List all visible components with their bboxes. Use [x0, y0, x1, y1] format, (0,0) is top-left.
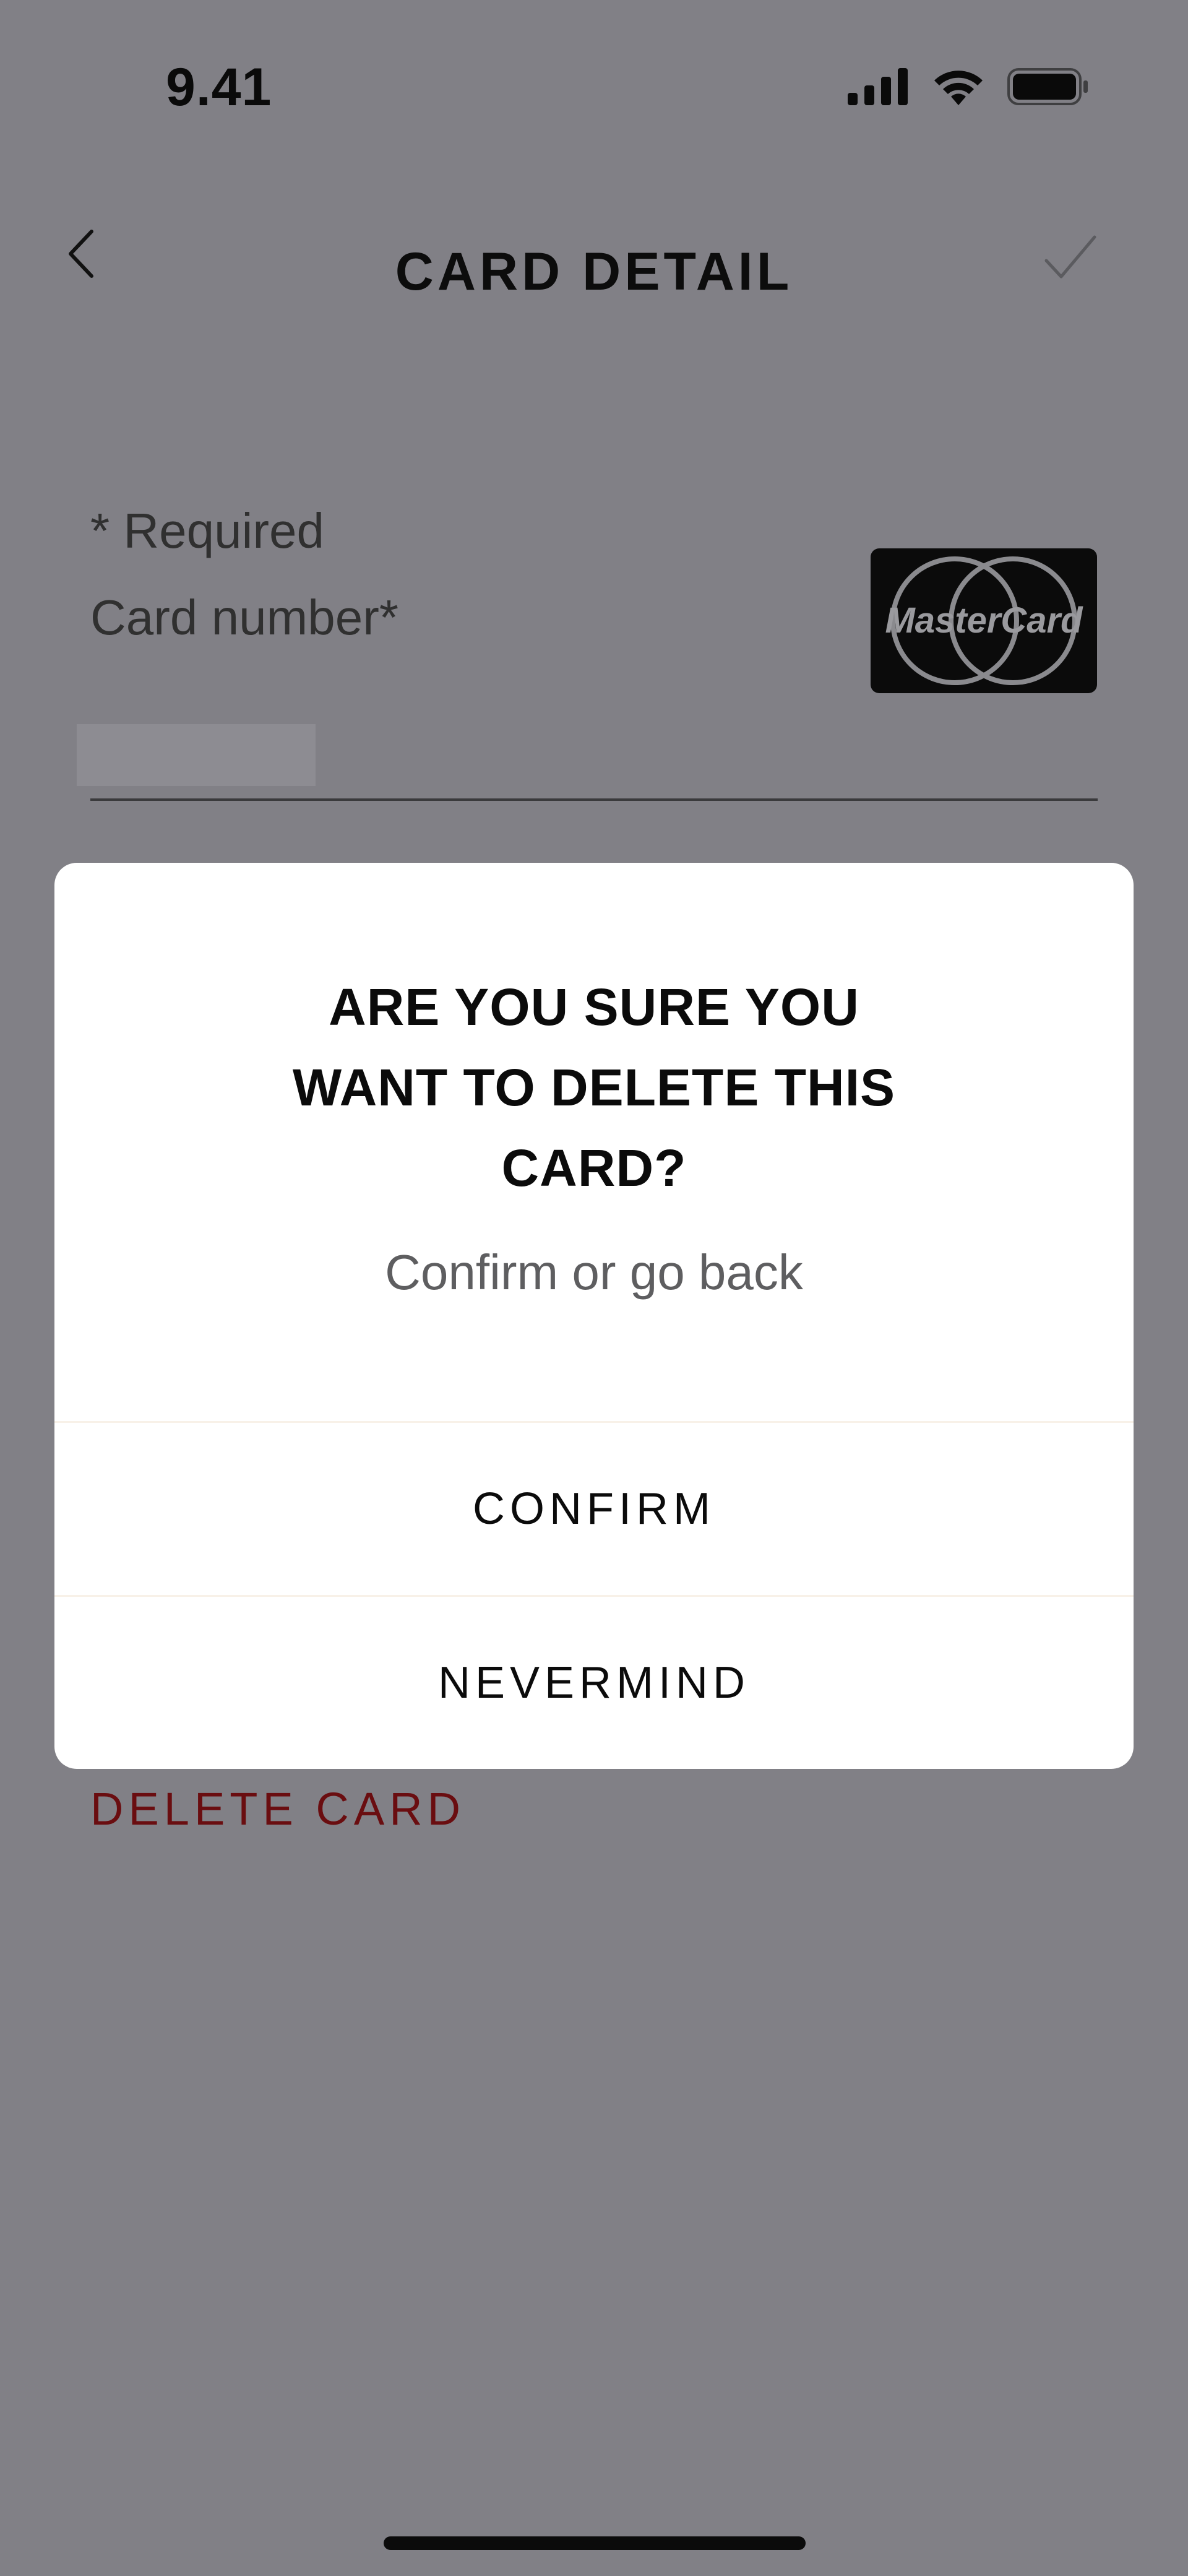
battery-icon: [1007, 68, 1088, 105]
cellular-signal-icon: [848, 68, 908, 105]
mastercard-logo: MasterCard: [871, 548, 1097, 693]
home-indicator[interactable]: [384, 2536, 806, 2550]
checkmark-icon[interactable]: [1043, 232, 1098, 282]
card-number-input[interactable]: [77, 724, 316, 786]
card-brand-text: MasterCard: [885, 600, 1083, 641]
wifi-icon: [934, 71, 983, 105]
status-icons: [848, 62, 1089, 111]
delete-card-button[interactable]: DELETE CARD: [90, 1783, 465, 1835]
status-time: 9.41: [166, 58, 272, 117]
dialog-subtitle: Confirm or go back: [385, 1245, 803, 1300]
confirm-button[interactable]: CONFIRM: [54, 1423, 1134, 1595]
delete-confirm-dialog: ARE YOU SURE YOU WANT TO DELETE THIS CAR…: [54, 863, 1134, 1769]
dialog-title: ARE YOU SURE YOU WANT TO DELETE THIS CAR…: [292, 978, 896, 1197]
card-number-label: Card number*: [90, 590, 399, 645]
nevermind-button[interactable]: NEVERMIND: [54, 1597, 1134, 1769]
card-number-underline: [90, 798, 1098, 801]
page-title: CARD DETAIL: [395, 242, 793, 301]
required-note: * Required: [90, 503, 325, 558]
